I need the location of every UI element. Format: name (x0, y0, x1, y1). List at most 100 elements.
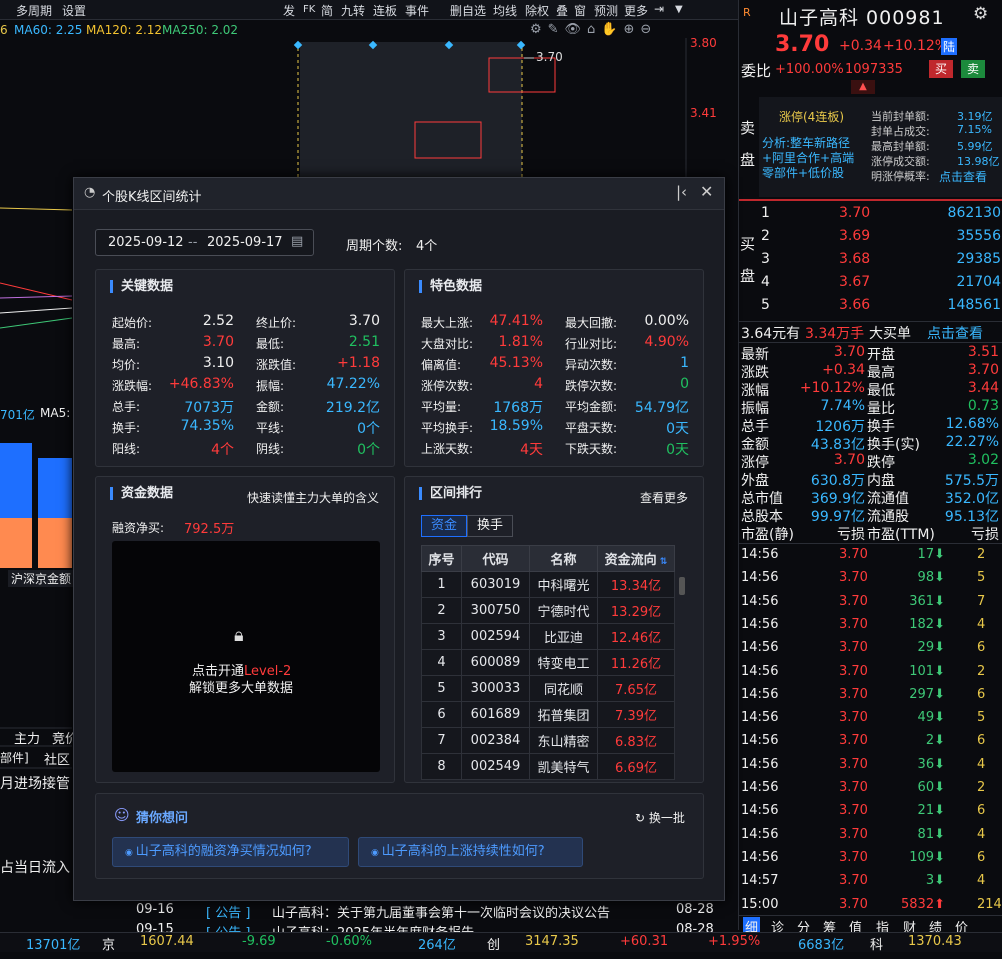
close-icon[interactable]: ✕ (700, 182, 713, 201)
toolbar-item-events[interactable]: 事件 (405, 2, 429, 19)
toolbar-item-fk[interactable]: FK (303, 4, 315, 15)
locked-panel[interactable]: 🔒︎ 点击开通Level-2 解锁更多大单数据 (112, 541, 380, 772)
tab-turnover[interactable]: 换手 (467, 515, 513, 537)
date-start: 2025-09-12 (108, 235, 184, 250)
ticker-amount: 13701亿 (26, 938, 81, 953)
weibi-pct: +100.00% (775, 62, 844, 77)
bid-volume: 21704 (956, 274, 1001, 290)
bid-volume: 35556 (956, 228, 1001, 244)
table-row[interactable]: 5 300033 同花顺 7.65亿 (421, 675, 675, 702)
stat-label: 最高 (867, 365, 895, 381)
news-snippet[interactable]: 月进场接管 (0, 773, 70, 793)
toolbar-item-forecast[interactable]: 预测 (594, 2, 618, 19)
table-row[interactable]: 2 300750 宁德时代 13.29亿 (421, 597, 675, 624)
toolbar-item-exright[interactable]: 除权 (525, 2, 549, 19)
table-cell: 7 (421, 727, 462, 754)
ticker-name[interactable]: 京 (102, 934, 115, 953)
price-axis-label: 3.80 (690, 36, 717, 50)
stat-label: 内盘 (867, 473, 895, 489)
big-order-link[interactable]: 点击查看 (927, 323, 983, 343)
stat-value: 3.10 (202, 355, 234, 371)
toolbar-item-lianban[interactable]: 连板 (373, 2, 397, 19)
tab-multi-period[interactable]: 多周期 (16, 2, 52, 19)
gear-icon[interactable]: ⚙ (973, 4, 988, 24)
toolbar-item-remove-fav[interactable]: 删自选 (450, 2, 486, 19)
stat-label: 量比 (867, 401, 895, 417)
tab-settings[interactable]: 设置 (62, 2, 86, 19)
scrollbar[interactable] (679, 577, 685, 595)
tick-volume: 109⬇ (909, 850, 945, 865)
date-range-picker[interactable]: 2025-09-12 -- 2025-09-17 ▤ (95, 229, 314, 256)
ticker-name[interactable]: 创 (487, 934, 500, 953)
chevron-up-icon[interactable]: ▲ (851, 80, 875, 94)
table-row[interactable]: 4 600089 特变电工 11.26亿 (421, 649, 675, 676)
stat-value: 3.02 (967, 452, 999, 468)
table-cell: 002549 (461, 753, 530, 780)
margin-value: 792.5万 (184, 522, 235, 537)
feature-data-card: 特色数据 最大上涨: 47.41% 最大回撤: 0.00% 大盘对比: 1.81% 行业对比… (404, 269, 704, 467)
stat-label: 最大上涨: (421, 316, 474, 330)
tick-volume: 5832⬆ (901, 897, 945, 912)
table-row[interactable]: 6 601689 拓普集团 7.39亿 (421, 701, 675, 728)
section-title: 特色数据 (419, 280, 482, 293)
toolbar-item-window[interactable]: 窗 (574, 2, 586, 19)
view-more-link[interactable]: 查看更多 (640, 489, 688, 506)
table-row[interactable]: 1 603019 中科曙光 13.34亿 (421, 571, 675, 598)
chevron-down-icon[interactable]: ▼ (675, 4, 683, 15)
ticker-name[interactable]: 科 (870, 934, 883, 953)
col-header-sortable[interactable]: 资金流向 ⇅ (597, 545, 675, 572)
toolbar-item-more[interactable]: 更多 (624, 2, 648, 19)
unlock-subtext: 解锁更多大单数据 (189, 681, 294, 696)
ma120-value: MA120: 2.12 (86, 23, 163, 37)
table-row[interactable]: 3 002594 比亚迪 12.46亿 (421, 623, 675, 650)
toolbar-item-jian[interactable]: 简 (321, 2, 333, 19)
tick-time: 14:56 (741, 733, 779, 749)
stat-label: 平盘天数: (565, 421, 618, 435)
list-item[interactable]: 09-15 [ 公告 ] 山子高科：2025年半年度财务报告 08-28 (136, 922, 716, 932)
stat-label: 最大回撤: (565, 316, 618, 330)
tab-community[interactable]: 社区 (44, 749, 70, 768)
stat-label: 偏离值: (421, 358, 462, 372)
buy-button[interactable]: 买 (929, 60, 953, 78)
table-row[interactable]: 8 002549 凯美特气 6.69亿 (421, 753, 675, 780)
tick-price: 3.70 (839, 803, 868, 819)
arrow-down-icon: ⬇ (934, 593, 945, 609)
analysis-link[interactable]: 分析:整车新路径+阿里合作+高端零部件+低价股 (762, 136, 866, 181)
stat-value: 3.70 (967, 362, 999, 378)
table-cell: 603019 (461, 571, 530, 598)
col-header: 代码 (461, 545, 530, 572)
sell-side-label: 卖盘 (740, 119, 756, 169)
tick-count: 2 (977, 663, 986, 679)
bid-price: 3.67 (839, 274, 871, 290)
col-header: 序号 (421, 545, 462, 572)
ticker-price: 1607.44 (140, 934, 194, 949)
bid-price: 3.68 (839, 251, 871, 267)
sell-button[interactable]: 卖 (961, 60, 985, 78)
stat-label: 下跌天数: (565, 442, 618, 456)
fund-help-link[interactable]: 快速读懂主力大单的含义 (247, 489, 379, 506)
stat-label: 外盘 (741, 473, 769, 489)
tick-count: 6 (977, 640, 986, 656)
tab-dept[interactable]: 部件] (0, 749, 29, 766)
tomorrow-link[interactable]: 点击查看 (939, 168, 987, 185)
toolbar-item-overlay[interactable]: 叠 (556, 2, 568, 19)
stat-value: 54.79亿 (634, 400, 689, 416)
news-snippet[interactable]: 占当日流入 (0, 857, 70, 877)
buy-side-label: 买盘 (740, 235, 756, 285)
tab-main-force[interactable]: 主力 (14, 728, 40, 747)
table-row[interactable]: 7 002384 东山精密 6.83亿 (421, 727, 675, 754)
toolbar-item-jiuzhuan[interactable]: 九转 (341, 2, 365, 19)
toolbar-item-ma[interactable]: 均线 (493, 2, 517, 19)
tab-fund[interactable]: 资金 (421, 515, 467, 537)
suggest-question-button[interactable]: ◉ 山子高科的融资净买情况如何? (112, 837, 349, 867)
refresh-button[interactable]: ↻ 换一批 (635, 809, 685, 826)
pin-icon[interactable]: ⇥ (654, 2, 664, 16)
tick-count: 6 (977, 803, 986, 819)
suggest-question-button[interactable]: ◉ 山子高科的上涨持续性如何? (358, 837, 583, 867)
stat-label: 平均换手: (421, 421, 474, 435)
chart-tools[interactable]: ⚙✎👁⌂✋⊕⊖ (530, 22, 657, 37)
tomorrow-label: 明涨停概率: (871, 170, 930, 183)
collapse-icon[interactable]: |‹ (676, 183, 687, 201)
toolbar-item-fa[interactable]: 发 (283, 2, 295, 19)
tick-price: 3.70 (839, 873, 868, 889)
